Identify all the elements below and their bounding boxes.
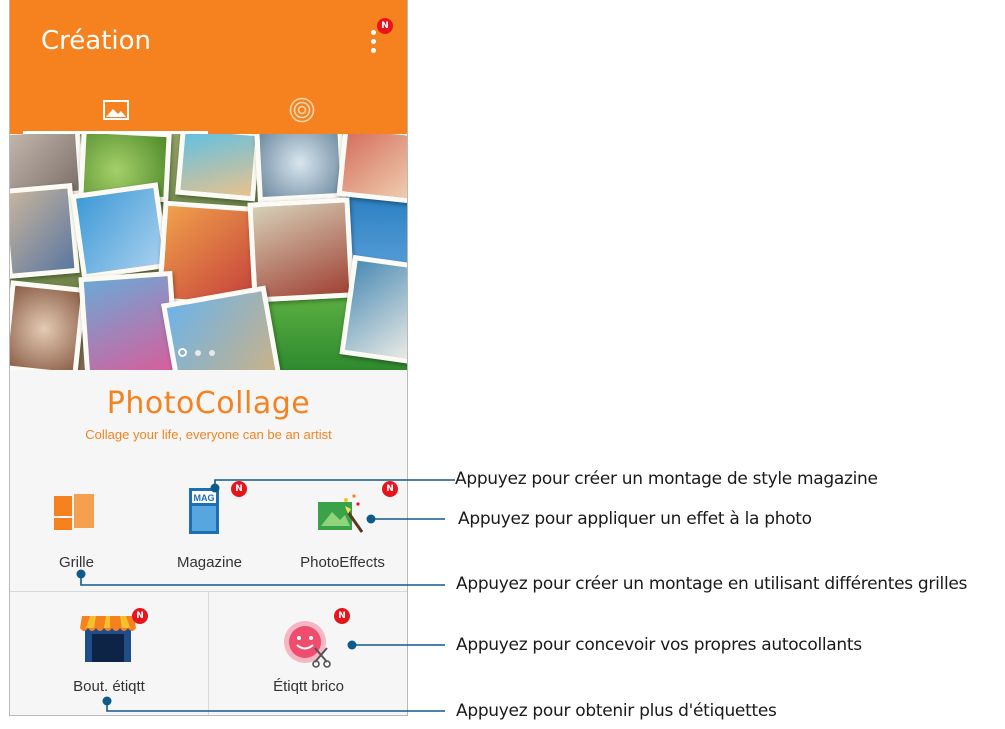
- callout-dot: [102, 696, 112, 706]
- callout-sticker-shop: Appuyez pour obtenir plus d'étiquettes: [456, 701, 777, 721]
- callout-dot: [76, 569, 86, 579]
- callout-grid: Appuyez pour créer un montage en utilisa…: [456, 574, 968, 594]
- callout-magazine: Appuyez pour créer un montage de style m…: [455, 469, 878, 489]
- callout-line-sticker-shop: [106, 701, 445, 712]
- callout-photo-effects: Appuyez pour appliquer un effet à la pho…: [458, 509, 812, 529]
- callout-dot: [366, 514, 376, 524]
- callout-line-grid: [80, 574, 445, 586]
- callout-diy-sticker: Appuyez pour concevoir vos propres autoc…: [456, 635, 862, 655]
- callout-line-magazine: [214, 479, 455, 488]
- callout-dot: [347, 640, 357, 650]
- callout-lines: [76, 479, 455, 712]
- callout-dot: [210, 483, 220, 493]
